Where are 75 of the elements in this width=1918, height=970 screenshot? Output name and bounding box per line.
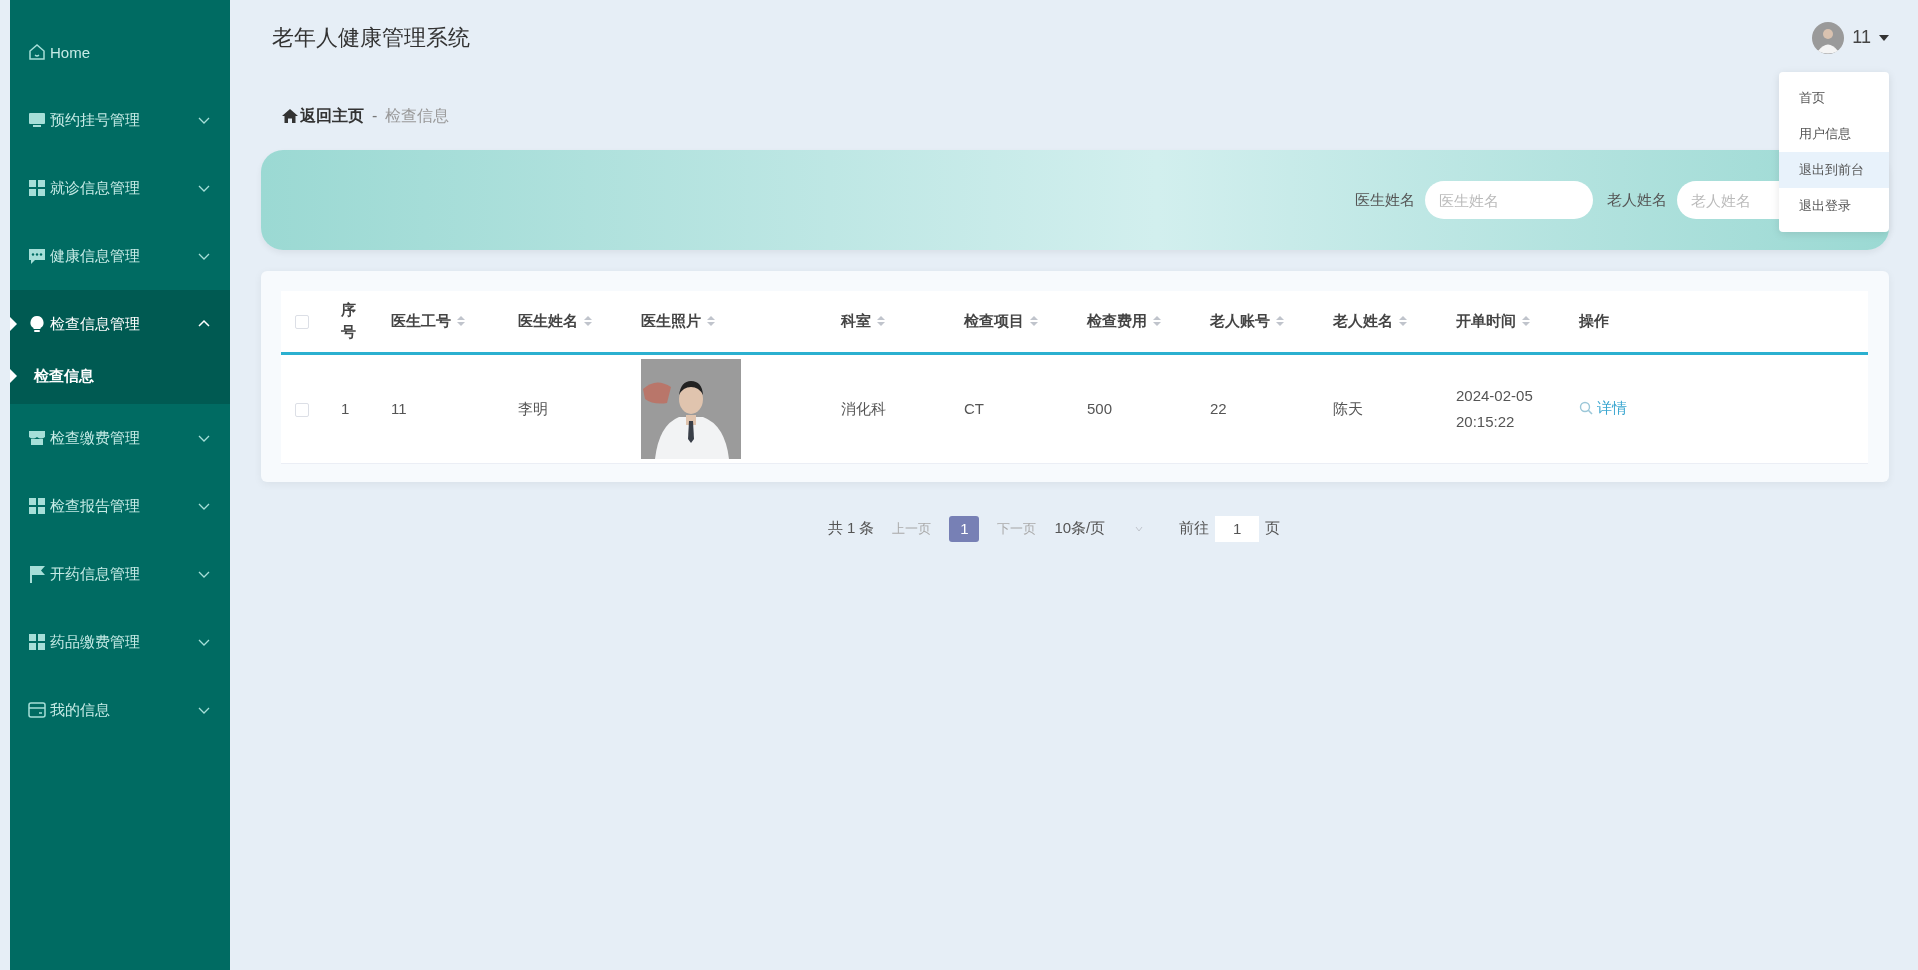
sidebar-item[interactable]: 药品缴费管理 — [10, 608, 230, 676]
sidebar-item[interactable]: 检查缴费管理 — [10, 404, 230, 472]
sidebar-item[interactable]: Home — [10, 18, 230, 86]
grid-icon — [28, 633, 46, 651]
sort-icon — [1153, 315, 1161, 328]
goto-unit: 页 — [1265, 519, 1281, 538]
sort-icon — [877, 315, 885, 328]
column-header[interactable]: 医生工号 — [391, 310, 465, 333]
chat-icon — [28, 247, 46, 265]
page-number[interactable]: 1 — [949, 515, 980, 542]
column-header: 序号 — [341, 300, 357, 343]
pointer-icon — [10, 369, 17, 383]
checkbox[interactable] — [295, 402, 309, 417]
sidebar-item[interactable]: 我的信息 — [10, 676, 230, 744]
column-header[interactable]: 老人账号 — [1210, 310, 1284, 333]
field-label: 老人姓名 — [1607, 190, 1667, 210]
goto-label: 前往 — [1179, 519, 1210, 538]
breadcrumb-separator: - — [372, 107, 378, 125]
sidebar-item[interactable]: 开药信息管理 — [10, 540, 230, 608]
home-link[interactable]: 返回主页 — [282, 105, 364, 127]
user-name[interactable]: 11 — [1852, 27, 1871, 48]
sidebar-item[interactable]: 检查报告管理 — [10, 472, 230, 540]
checkbox[interactable] — [295, 315, 309, 330]
column-header[interactable]: 老人姓名 — [1333, 310, 1407, 333]
breadcrumb-current: 检查信息 — [385, 105, 450, 126]
column-header: 操作 — [1579, 311, 1609, 332]
sort-icon — [1522, 315, 1530, 328]
sort-icon — [1030, 315, 1038, 328]
column-header[interactable]: 检查项目 — [964, 310, 1038, 333]
table-cell: 2024-02-05 20:15:22 — [1456, 386, 1533, 430]
page-size-select[interactable]: 10条/页 — [1054, 519, 1106, 538]
column-header[interactable]: 医生姓名 — [518, 310, 592, 333]
grid-icon — [28, 497, 46, 515]
sort-icon — [707, 315, 715, 328]
search-field[interactable]: 医生姓名 — [1425, 181, 1593, 219]
table-cell: 陈天 — [1333, 399, 1363, 417]
table-cell: 1 — [341, 399, 350, 417]
sidebar-item[interactable]: 健康信息管理 — [10, 222, 230, 290]
sort-icon — [1399, 315, 1407, 328]
total-count: 共 1 条 — [827, 519, 875, 538]
search-icon — [1579, 400, 1593, 415]
column-header[interactable]: 科室 — [841, 310, 885, 333]
menu-item[interactable]: 退出到前台 — [1779, 152, 1889, 188]
table-cell: 李明 — [518, 399, 548, 417]
store-icon — [28, 429, 46, 447]
column-header[interactable]: 开单时间 — [1456, 310, 1530, 333]
pointer-icon — [10, 317, 17, 331]
table-cell: 消化科 — [841, 399, 886, 417]
table-cell: 11 — [391, 399, 407, 417]
column-header[interactable]: 医生照片 — [641, 310, 715, 333]
table-cell: CT — [964, 399, 984, 417]
table-cell: 500 — [1087, 399, 1113, 417]
field-label: 医生姓名 — [1355, 190, 1415, 210]
sidebar-item[interactable]: 预约挂号管理 — [10, 86, 230, 154]
card-icon — [28, 701, 46, 719]
sort-icon — [457, 315, 465, 328]
menu-item[interactable]: 用户信息 — [1779, 116, 1889, 152]
menu-item[interactable]: 首页 — [1779, 80, 1889, 116]
grid-icon — [28, 179, 46, 197]
page-input[interactable]: 1 — [1215, 515, 1260, 542]
sort-icon — [1276, 315, 1284, 328]
app-title: 老年人健康管理系统 — [272, 23, 471, 52]
monitor-icon — [28, 111, 46, 129]
home-icon — [28, 43, 46, 61]
column-header[interactable]: 检查费用 — [1087, 310, 1161, 333]
caret-icon — [1879, 33, 1889, 42]
home-icon — [282, 109, 298, 123]
table-cell: 22 — [1210, 399, 1227, 417]
sidebar-item[interactable]: 就诊信息管理 — [10, 154, 230, 222]
sidebar-item[interactable]: 检查信息管理 — [10, 290, 230, 358]
sort-icon — [584, 315, 592, 328]
caret-icon — [1135, 525, 1144, 532]
avatar — [1812, 21, 1845, 54]
bulb-icon — [28, 315, 46, 333]
flag-icon — [28, 565, 46, 583]
